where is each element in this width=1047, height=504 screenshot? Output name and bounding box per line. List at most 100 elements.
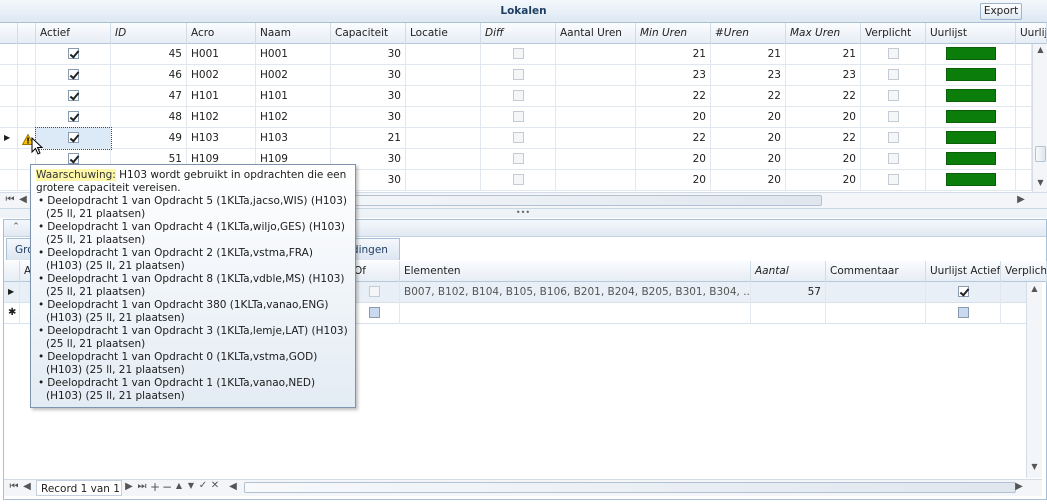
verplicht-checkbox[interactable] [887,90,899,101]
cell-loc[interactable] [406,128,481,149]
uurlijst-bar[interactable] [945,173,996,186]
actief-checkbox[interactable] [67,69,79,80]
header-uren[interactable]: #Uren [711,23,786,44]
verplicht-checkbox[interactable] [887,69,899,80]
detail-scroll-down-icon[interactable]: ▼ [1029,462,1040,471]
cell-id[interactable]: 48 [111,107,187,128]
cell-min[interactable]: 20 [636,107,711,128]
cell-uurl[interactable] [926,86,1016,107]
cell-max[interactable]: 23 [786,65,861,86]
diff-checkbox[interactable] [512,90,524,101]
nav-confirm-icon[interactable]: ✓ [198,480,208,491]
header-naam[interactable]: Naam [256,23,331,44]
cell-loc[interactable] [406,149,481,170]
cell-cap[interactable]: 30 [331,86,406,107]
cell-diff[interactable] [481,44,556,65]
cell-cap[interactable]: 21 [331,128,406,149]
cell-cap[interactable]: 30 [331,65,406,86]
cell-actief[interactable] [36,65,111,86]
cell-verpl[interactable] [861,128,926,149]
cell-id[interactable]: 47 [111,86,187,107]
diff-checkbox[interactable] [512,48,524,59]
diff-checkbox[interactable] [512,153,524,164]
uurlijst-bar[interactable] [945,152,996,165]
header-diff[interactable]: Diff [481,23,556,44]
diff-checkbox[interactable] [512,174,524,185]
header-uurlijst-2[interactable]: Uurlijs [1016,23,1047,44]
cell-min[interactable]: 22 [636,128,711,149]
diff-checkbox[interactable] [512,111,524,122]
verplicht-checkbox[interactable] [887,132,899,143]
cell-aantal[interactable] [556,44,636,65]
uurlijst-bar[interactable] [945,110,996,123]
cell-aantal[interactable] [556,128,636,149]
detail-header-of[interactable]: Of [350,261,400,282]
nav-prev-icon[interactable]: ◀ [22,481,32,492]
cell-naam[interactable]: H002 [256,65,331,86]
nav-cancel-icon[interactable]: ✕ [210,480,220,491]
cell-max[interactable]: 22 [786,86,861,107]
cell-min[interactable]: 22 [636,86,711,107]
new-of-cell[interactable] [350,303,400,324]
cell-min[interactable]: 21 [636,44,711,65]
cell-verpl[interactable] [861,149,926,170]
detail-header-aantal[interactable]: Aantal [751,261,826,282]
nav-up-icon[interactable]: ▲ [174,481,184,490]
nav-last-icon[interactable]: ⏭ [136,481,148,492]
nav-next-icon[interactable]: ▶ [124,481,134,492]
cell-verpl[interactable] [861,107,926,128]
header-aantal-uren[interactable]: Aantal Uren [556,23,636,44]
table-row[interactable]: 45 H001 H001 30 21 21 21 [0,44,1032,65]
cell-uren[interactable]: 23 [711,65,786,86]
detail-aantal-cell[interactable]: 57 [751,282,826,303]
grid-vertical-scrollbar[interactable]: ▲ ▼ [1032,44,1047,192]
cell-id[interactable]: 45 [111,44,187,65]
cell-diff[interactable] [481,128,556,149]
scroll-up-icon[interactable]: ▲ [1035,45,1046,54]
cell-loc[interactable] [406,44,481,65]
cell-cap[interactable]: 30 [331,44,406,65]
diff-checkbox[interactable] [512,69,524,80]
of-checkbox[interactable] [369,286,380,297]
cell-verpl[interactable] [861,65,926,86]
cell-loc[interactable] [406,65,481,86]
cell-acro[interactable]: H002 [187,65,256,86]
actief-checkbox[interactable] [67,153,79,164]
detail-scroll-left-icon[interactable]: ◀ [228,481,238,492]
cell-naam[interactable]: H001 [256,44,331,65]
cell-diff[interactable] [481,170,556,191]
detail-commentaar-cell[interactable] [826,282,926,303]
new-commentaar-cell[interactable] [826,303,926,324]
verplicht-checkbox[interactable] [887,174,899,185]
header-min-uren[interactable]: Min Uren [636,23,711,44]
actief-checkbox[interactable] [67,90,79,101]
cell-aantal[interactable] [556,107,636,128]
verplicht-checkbox[interactable] [887,111,899,122]
cell-actief[interactable] [36,44,111,65]
header-capaciteit[interactable]: Capaciteit [331,23,406,44]
cell-id[interactable]: 46 [111,65,187,86]
cell-actief[interactable] [35,127,112,150]
nav-add-icon[interactable]: + [150,480,160,494]
actief-checkbox[interactable] [67,48,79,59]
cell-uren[interactable]: 20 [711,149,786,170]
header-acro[interactable]: Acro [187,23,256,44]
cell-uren[interactable]: 20 [711,107,786,128]
cell-verpl[interactable] [861,86,926,107]
header-actief[interactable]: Actief [36,23,111,44]
cell-uurl2[interactable] [1016,128,1032,149]
cell-id[interactable]: 49 [111,128,187,149]
cell-acro[interactable]: H103 [187,128,256,149]
actief-checkbox[interactable] [67,111,79,122]
cell-cap[interactable]: 30 [331,107,406,128]
cell-max[interactable]: 20 [786,170,861,191]
cell-uren[interactable]: 20 [711,128,786,149]
cell-max[interactable]: 21 [786,44,861,65]
detail-header-verplicht[interactable]: Verplich [1001,261,1047,282]
cell-diff[interactable] [481,107,556,128]
new-aantal-cell[interactable] [751,303,826,324]
cell-diff[interactable] [481,86,556,107]
detail-vertical-scrollbar[interactable]: ▲ ▼ [1026,282,1042,478]
table-row[interactable]: 48 H102 H102 30 20 20 20 [0,107,1032,128]
first-record-icon[interactable]: ⏮ [4,194,16,205]
